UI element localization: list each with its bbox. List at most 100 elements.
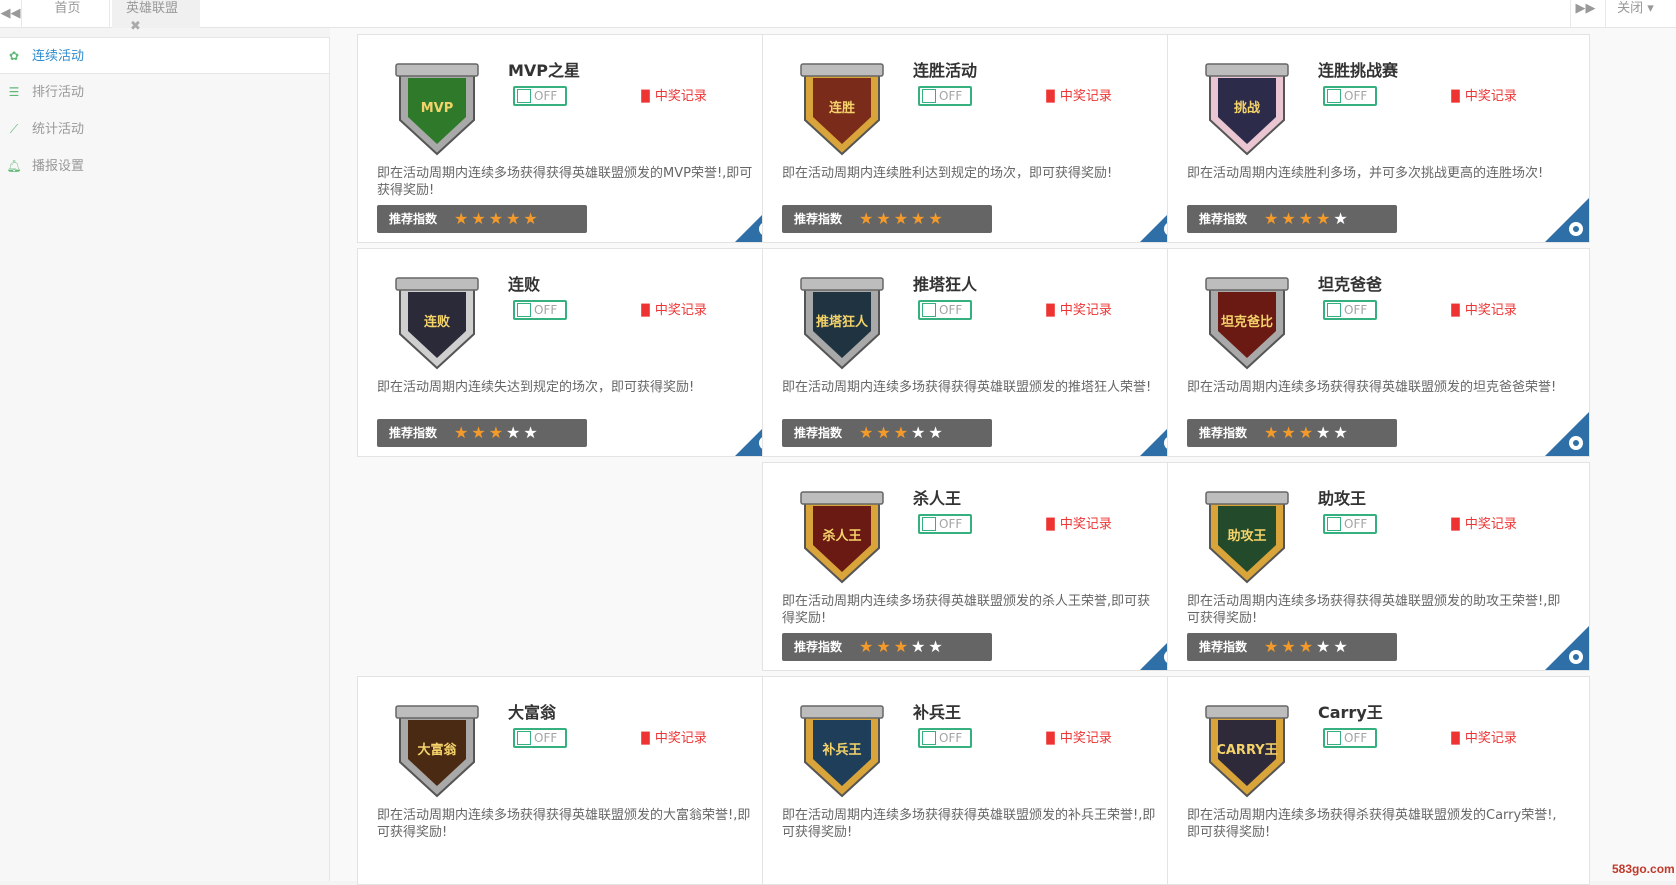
- prize-record-link[interactable]: ▐▌中奖记录: [1042, 727, 1112, 746]
- star-icon: ★: [523, 423, 541, 442]
- rating-bar: 推荐指数 ★★★★★: [782, 205, 992, 233]
- activity-badge-icon: 坦克爸比: [1205, 277, 1289, 370]
- rating-label: 推荐指数: [389, 426, 438, 440]
- activity-toggle[interactable]: OFF: [1323, 514, 1377, 534]
- prize-record-link[interactable]: ▐▌中奖记录: [1447, 299, 1517, 318]
- svg-text:连败: 连败: [424, 314, 450, 330]
- star-icon: ★: [876, 423, 894, 442]
- activity-description: 即在活动周期内连续多场获得英雄联盟颁发的杀人王荣誉,即可获得奖励!: [782, 594, 1151, 626]
- prize-record-link[interactable]: ▐▌中奖记录: [1447, 727, 1517, 746]
- top-tab-bar: ◀◀ 首页 英雄联盟 ✖ ▶▶ 关闭 ▾: [0, 0, 1676, 34]
- prize-record-link[interactable]: ▐▌中奖记录: [1447, 85, 1517, 104]
- sidebar-item-label: 连续活动: [32, 49, 85, 64]
- rating-bar: 推荐指数 ★★★★★: [1187, 633, 1397, 661]
- prize-record-label: 中奖记录: [1059, 89, 1112, 104]
- prize-record-link[interactable]: ▐▌中奖记录: [1447, 513, 1517, 532]
- bar-chart-icon: ▐▌: [637, 304, 654, 317]
- settings-corner[interactable]: [1545, 626, 1589, 670]
- prize-record-label: 中奖记录: [1464, 517, 1517, 532]
- star-icon: ★: [911, 209, 929, 228]
- prize-record-label: 中奖记录: [654, 303, 707, 318]
- star-icon: ★: [1281, 209, 1299, 228]
- activity-title: 推塔狂人: [913, 275, 978, 294]
- activity-toggle[interactable]: OFF: [1323, 300, 1377, 320]
- star-icon: ★: [1316, 423, 1334, 442]
- activity-grid: MVP MVP之星 OFF ▐▌中奖记录 即在活动周期内连续多场获得获得英雄联盟…: [330, 28, 1676, 885]
- prize-record-link[interactable]: ▐▌中奖记录: [637, 727, 707, 746]
- sidebar-item-continuous[interactable]: ✿ 连续活动: [0, 37, 329, 74]
- svg-text:连胜: 连胜: [829, 100, 855, 116]
- prize-record-link[interactable]: ▐▌中奖记录: [637, 85, 707, 104]
- toggle-state: OFF: [534, 731, 558, 745]
- sidebar-item-ranking[interactable]: ☰ 排行活动: [0, 74, 329, 111]
- activity-toggle[interactable]: OFF: [513, 300, 567, 320]
- prize-record-link[interactable]: ▐▌中奖记录: [637, 299, 707, 318]
- toggle-knob: [1327, 731, 1341, 745]
- activity-toggle[interactable]: OFF: [1323, 86, 1377, 106]
- bar-chart-icon: ▐▌: [1447, 90, 1464, 103]
- star-icon: ★: [911, 637, 929, 656]
- activity-card: 杀人王 杀人王 OFF ▐▌中奖记录 即在活动周期内连续多场获得英雄联盟颁发的杀…: [762, 462, 1185, 671]
- toggle-knob: [517, 731, 531, 745]
- activity-title: 杀人王: [913, 489, 962, 508]
- activity-toggle[interactable]: OFF: [513, 86, 567, 106]
- rating-bar: 推荐指数 ★★★★★: [782, 633, 992, 661]
- prize-record-link[interactable]: ▐▌中奖记录: [1042, 299, 1112, 318]
- tab-scroll-right-icon[interactable]: ▶▶: [1570, 0, 1600, 28]
- rating-stars: ★★★★★: [1264, 205, 1351, 233]
- star-icon: ★: [1298, 423, 1317, 442]
- activity-title: 连胜挑战赛: [1318, 61, 1399, 80]
- bar-chart-icon: ▐▌: [1447, 304, 1464, 317]
- prize-record-link[interactable]: ▐▌中奖记录: [1042, 85, 1112, 104]
- activity-card: MVP MVP之星 OFF ▐▌中奖记录 即在活动周期内连续多场获得获得英雄联盟…: [357, 34, 780, 243]
- toggle-state: OFF: [1344, 731, 1368, 745]
- activity-title: 大富翁: [508, 703, 557, 722]
- activity-toggle[interactable]: OFF: [918, 300, 972, 320]
- activity-toggle[interactable]: OFF: [918, 86, 972, 106]
- activity-badge-icon: 补兵王: [800, 705, 884, 798]
- rating-stars: ★★★★★: [1264, 419, 1351, 447]
- activity-title: 连败: [508, 275, 541, 294]
- bar-chart-icon: ▐▌: [1042, 90, 1059, 103]
- sidebar-item-statistics[interactable]: ⟋ 统计活动: [0, 111, 329, 148]
- star-icon: ★: [1333, 209, 1351, 228]
- line-chart-icon: ⟋: [9, 122, 19, 136]
- activity-toggle[interactable]: OFF: [918, 514, 972, 534]
- tab-close-icon[interactable]: ✖: [130, 19, 141, 34]
- settings-corner[interactable]: [1545, 412, 1589, 456]
- activity-card: 助攻王 助攻王 OFF ▐▌中奖记录 即在活动周期内连续多场获得获得英雄联盟颁发…: [1167, 462, 1590, 671]
- activity-card: 连胜 连胜活动 OFF ▐▌中奖记录 即在活动周期内连续胜利达到规定的场次，即可…: [762, 34, 1185, 243]
- activity-description: 即在活动周期内连续多场获得获得英雄联盟颁发的推塔狂人荣誉!: [782, 380, 1152, 395]
- rating-label: 推荐指数: [794, 426, 843, 440]
- bar-chart-icon: ▐▌: [1042, 304, 1059, 317]
- tab-scroll-left-icon[interactable]: ◀◀: [0, 0, 22, 28]
- star-icon: ★: [893, 637, 912, 656]
- star-icon: ★: [859, 637, 877, 656]
- activity-description: 即在活动周期内连续多场获得杀获得英雄联盟颁发的Carry荣誉!,即可获得奖励!: [1187, 808, 1557, 840]
- toggle-state: OFF: [939, 517, 963, 531]
- star-icon: ★: [1281, 637, 1299, 656]
- svg-text:补兵王: 补兵王: [821, 742, 861, 758]
- tab-lol[interactable]: 英雄联盟 ✖: [112, 0, 200, 34]
- activity-toggle[interactable]: OFF: [513, 728, 567, 748]
- tab-home[interactable]: 首页: [26, 0, 110, 28]
- star-icon: ★: [893, 423, 912, 442]
- activity-toggle[interactable]: OFF: [918, 728, 972, 748]
- toggle-state: OFF: [1344, 303, 1368, 317]
- activity-card: 推塔狂人 推塔狂人 OFF ▐▌中奖记录 即在活动周期内连续多场获得获得英雄联盟…: [762, 248, 1185, 457]
- prize-record-label: 中奖记录: [1059, 303, 1112, 318]
- sidebar-item-broadcast[interactable]: 🔔︎ 播报设置: [0, 148, 329, 185]
- rating-bar: 推荐指数 ★★★★★: [1187, 205, 1397, 233]
- activity-badge-icon: 助攻王: [1205, 491, 1289, 584]
- prize-record-link[interactable]: ▐▌中奖记录: [1042, 513, 1112, 532]
- rating-label: 推荐指数: [794, 212, 843, 226]
- rating-label: 推荐指数: [389, 212, 438, 226]
- activity-toggle[interactable]: OFF: [1323, 728, 1377, 748]
- activity-badge-icon: 连败: [395, 277, 479, 370]
- prize-record-label: 中奖记录: [654, 89, 707, 104]
- close-menu-button[interactable]: 关闭 ▾: [1605, 0, 1665, 28]
- prize-record-label: 中奖记录: [1464, 731, 1517, 746]
- star-icon: ★: [471, 209, 489, 228]
- activity-card: 连败 连败 OFF ▐▌中奖记录 即在活动周期内连续失达到规定的场次，即可获得奖…: [357, 248, 780, 457]
- settings-corner[interactable]: [1545, 198, 1589, 242]
